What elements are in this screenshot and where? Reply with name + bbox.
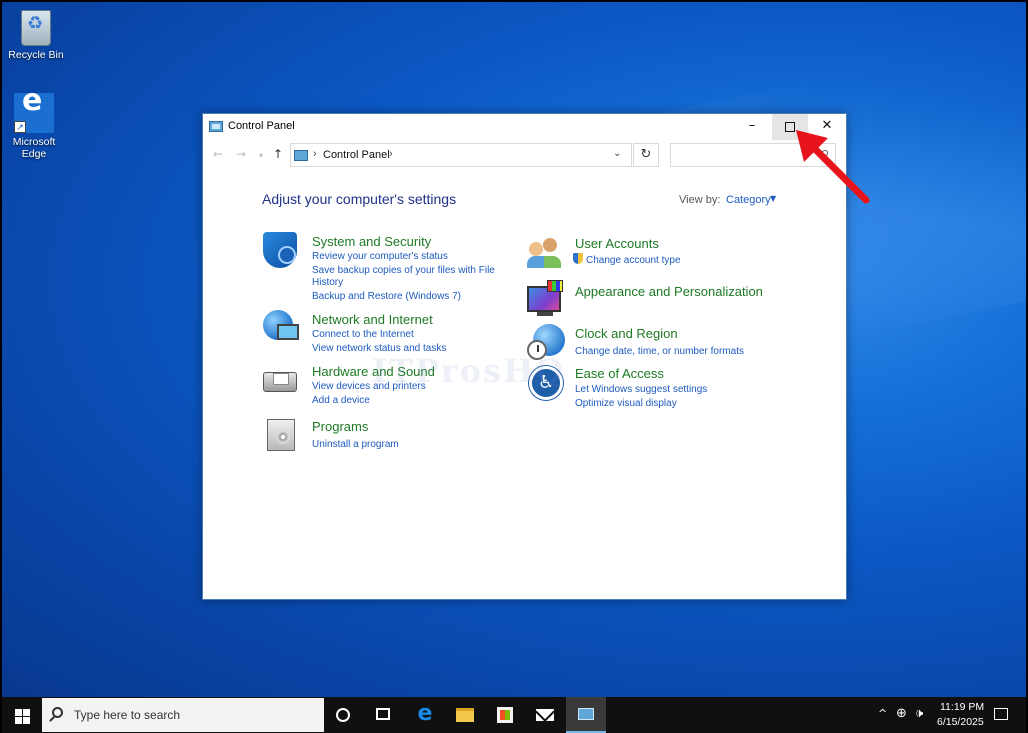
file-explorer-icon [456,708,474,722]
store-icon [497,707,513,723]
windows-logo-pane [23,717,30,724]
category-link[interactable]: Uninstall a program [312,438,399,451]
cortana-icon [336,708,350,722]
back-arrow-icon[interactable]: ← [213,147,223,161]
refresh-button[interactable]: ↻ [633,143,659,167]
network-globe-icon[interactable] [263,310,299,340]
clock-date[interactable]: 6/15/2025 [937,716,984,728]
navigation-bar: ← → ▾ ↑ › Control Panel › ⌄ ↻ ⚲ [203,142,846,168]
printer-icon[interactable] [263,372,297,392]
category-title[interactable]: System and Security [312,234,431,249]
view-by-label: View by: [679,194,721,206]
category-link[interactable]: Connect to the Internet [312,328,414,341]
security-shield-icon[interactable] [263,232,297,268]
uac-shield-icon [573,253,583,264]
category-link[interactable]: Change date, time, or number formats [575,345,744,358]
category-link[interactable]: Backup and Restore (Windows 7) [312,290,461,303]
control-panel-icon [209,121,223,132]
up-arrow-icon[interactable]: ↑ [273,147,283,161]
start-button[interactable] [2,697,40,733]
category-link[interactable]: Add a device [312,394,370,407]
paper-icon [273,373,289,385]
monitor-stand [537,312,553,316]
windows-logo-icon [15,709,22,716]
window-title: Control Panel [228,120,295,132]
taskbar-search-box[interactable]: Type here to search [42,698,324,732]
task-view-button[interactable] [363,697,403,733]
category-title[interactable]: Ease of Access [575,366,664,381]
category-link-text[interactable]: Change account type [586,255,681,266]
search-icon [52,707,63,718]
task-view-icon [376,708,390,720]
chevron-down-icon[interactable]: ⌄ [613,148,621,159]
desktop-icon-label: Recycle Bin [8,49,64,61]
control-panel-icon [294,150,308,161]
title-bar[interactable]: Control Panel – ✕ [203,114,846,140]
desktop: Recycle Bin e ↗ Microsoft Edge Control P… [2,2,1026,697]
breadcrumb-separator[interactable]: › [313,148,317,160]
edge-icon: e [417,701,433,726]
clock-time[interactable]: 11:19 PM [940,701,984,713]
breadcrumb-control-panel[interactable]: Control Panel [323,149,390,161]
programs-disc-icon[interactable] [267,419,295,451]
windows-logo-pane [15,717,22,724]
control-panel-taskbar-button[interactable] [566,697,606,733]
category-link[interactable]: Optimize visual display [575,397,677,410]
forward-arrow-icon[interactable]: → [236,147,246,161]
volume-icon[interactable]: 🕩 [915,706,923,721]
category-title[interactable]: Network and Internet [312,312,433,327]
breadcrumb-separator[interactable]: › [389,148,393,160]
address-bar[interactable]: › Control Panel › ⌄ [290,143,632,167]
category-title[interactable]: Appearance and Personalization [575,284,763,299]
show-hidden-icons-chevron-icon[interactable]: ^ [878,707,887,720]
recent-locations-chevron-icon[interactable]: ▾ [259,151,263,160]
mail-icon [536,709,554,721]
category-title[interactable]: Clock and Region [575,326,678,341]
recycle-bin-icon [21,10,51,46]
desktop-icon-edge[interactable]: e ↗ Microsoft Edge [2,86,66,161]
mail-button[interactable] [525,697,565,733]
user-avatar-icon [543,238,557,252]
minimize-button[interactable]: – [734,114,770,140]
red-arrow-icon [796,130,870,204]
view-by-dropdown[interactable]: Category [726,194,771,206]
category-title[interactable]: User Accounts [575,236,659,251]
edge-icon: e ↗ [14,86,54,133]
page-title: Adjust your computer's settings [262,191,457,207]
search-placeholder[interactable]: Type here to search [74,708,180,722]
users-icon[interactable] [527,234,565,272]
desktop-icon-recycle-bin[interactable]: Recycle Bin [4,10,68,61]
chevron-down-icon[interactable]: ▼ [770,194,776,203]
network-icon[interactable]: ⊕ [896,706,907,721]
windows-logo-pane [23,709,30,716]
category-link[interactable]: Change account type [573,253,681,267]
color-palette-icon [547,280,563,292]
category-link[interactable]: Let Windows suggest settings [575,383,707,396]
edge-taskbar-button[interactable]: e [405,697,445,733]
taskbar: Type here to search e ^ ⊕ 🕩 11:19 PM 6/1… [2,697,1026,733]
control-panel-icon [578,708,594,720]
notifications-icon[interactable] [994,708,1008,720]
shortcut-arrow-icon: ↗ [14,121,26,133]
monitor-icon [277,324,299,340]
category-title[interactable]: Programs [312,419,368,434]
category-link[interactable]: Review your computer's status [312,250,448,263]
watermark: ITProsHQ [372,352,566,390]
desktop-icon-label: Microsoft Edge [12,136,56,160]
file-explorer-button[interactable] [445,697,485,733]
category-link[interactable]: History [312,276,343,289]
store-button[interactable] [485,697,525,733]
cortana-button[interactable] [323,697,363,733]
